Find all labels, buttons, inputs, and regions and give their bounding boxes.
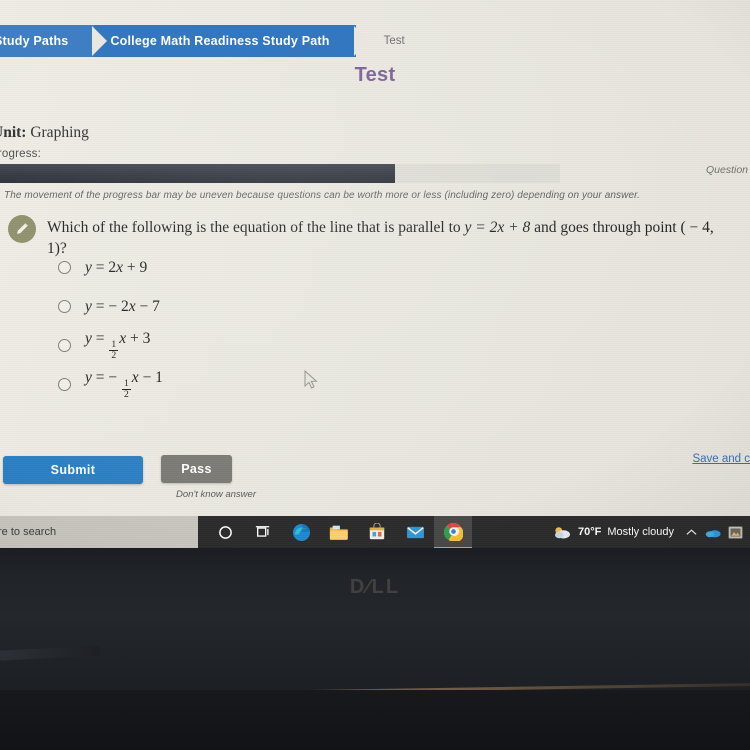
page-title: Test [354,64,396,86]
pass-button[interactable]: Pass [161,455,232,483]
breadcrumb-item-study-paths[interactable]: Study Paths [0,25,108,57]
progress-note: The movement of the progress bar may be … [4,190,641,201]
mail-icon[interactable] [396,516,434,548]
radio-button[interactable] [58,261,71,274]
chrome-icon[interactable] [434,515,472,548]
show-hidden-icons-chevron-icon[interactable] [680,516,702,548]
breadcrumb: Study Paths College Math Readiness Study… [0,25,405,57]
laptop-hinge [0,645,101,661]
radio-button[interactable] [58,378,71,391]
unit-prefix: Unit: [0,124,27,141]
tray-app-icon[interactable] [724,516,746,548]
answer-option-d[interactable]: y = − 12x − 1 [58,365,163,404]
question-counter: Question [705,164,748,176]
cloud-sun-icon [555,526,570,538]
answer-option-label: y = − 12x − 1 [85,369,163,401]
desk-surface [0,690,750,750]
answer-options: y = 2x + 9 y = − 2x − 7 y = 12x + 3 y = … [58,248,163,404]
pencil-icon [8,215,36,243]
breadcrumb-label: Test [383,35,405,47]
taskbar-search-input[interactable]: re to search [0,516,198,548]
web-page: Study Paths College Math Readiness Study… [0,0,750,516]
breadcrumb-item-college-math-readiness-study-path[interactable]: College Math Readiness Study Path [92,25,369,57]
question-equation: y = 2x + 8 [464,219,531,236]
system-tray: 70°F Mostly cloudy [547,516,750,548]
weather-temperature: 70°F [578,526,602,538]
breadcrumb-label: College Math Readiness Study Path [110,34,330,48]
breadcrumb-label: Study Paths [0,34,69,48]
answer-option-c[interactable]: y = 12x + 3 [58,326,163,365]
answer-option-b[interactable]: y = − 2x − 7 [58,287,163,326]
question-text-part1: Which of the following is the equation o… [47,219,465,236]
answer-option-label: y = 2x + 9 [85,258,148,276]
unit-name: Graphing [30,124,89,141]
taskbar-weather-widget[interactable]: 70°F Mostly cloudy [547,525,680,540]
save-and-close-link[interactable]: Save and c [692,453,750,465]
file-explorer-icon[interactable] [320,516,358,548]
onedrive-icon[interactable] [702,516,724,548]
windows-taskbar: re to search 70°F Mostly cloudy [0,515,750,548]
answer-option-label: y = 12x + 3 [85,330,151,362]
laptop-bezel: D∕LL [0,548,750,750]
progress-bar-fill [0,164,395,183]
dell-brand-logo: D∕LL [349,576,401,598]
submit-button[interactable]: Submit [3,456,143,484]
laptop-screen: Study Paths College Math Readiness Study… [0,0,750,548]
progress-label: Progress: [0,148,42,160]
progress-bar [0,164,560,183]
taskbar-icons [206,515,472,548]
pass-caption: Don't know answer [176,489,256,500]
cortana-icon[interactable] [206,516,244,548]
radio-button[interactable] [58,300,71,313]
search-placeholder: re to search [0,526,57,538]
answer-option-label: y = − 2x − 7 [85,297,160,315]
edge-icon[interactable] [282,516,320,548]
radio-button[interactable] [58,339,71,352]
microsoft-store-icon[interactable] [358,516,396,548]
mouse-cursor-icon [304,370,318,389]
screenshot-root: Study Paths College Math Readiness Study… [0,0,750,750]
task-view-icon[interactable] [244,516,282,548]
unit-heading: Unit: Graphing [0,124,89,142]
weather-condition: Mostly cloudy [607,526,674,538]
answer-option-a[interactable]: y = 2x + 9 [58,248,163,287]
